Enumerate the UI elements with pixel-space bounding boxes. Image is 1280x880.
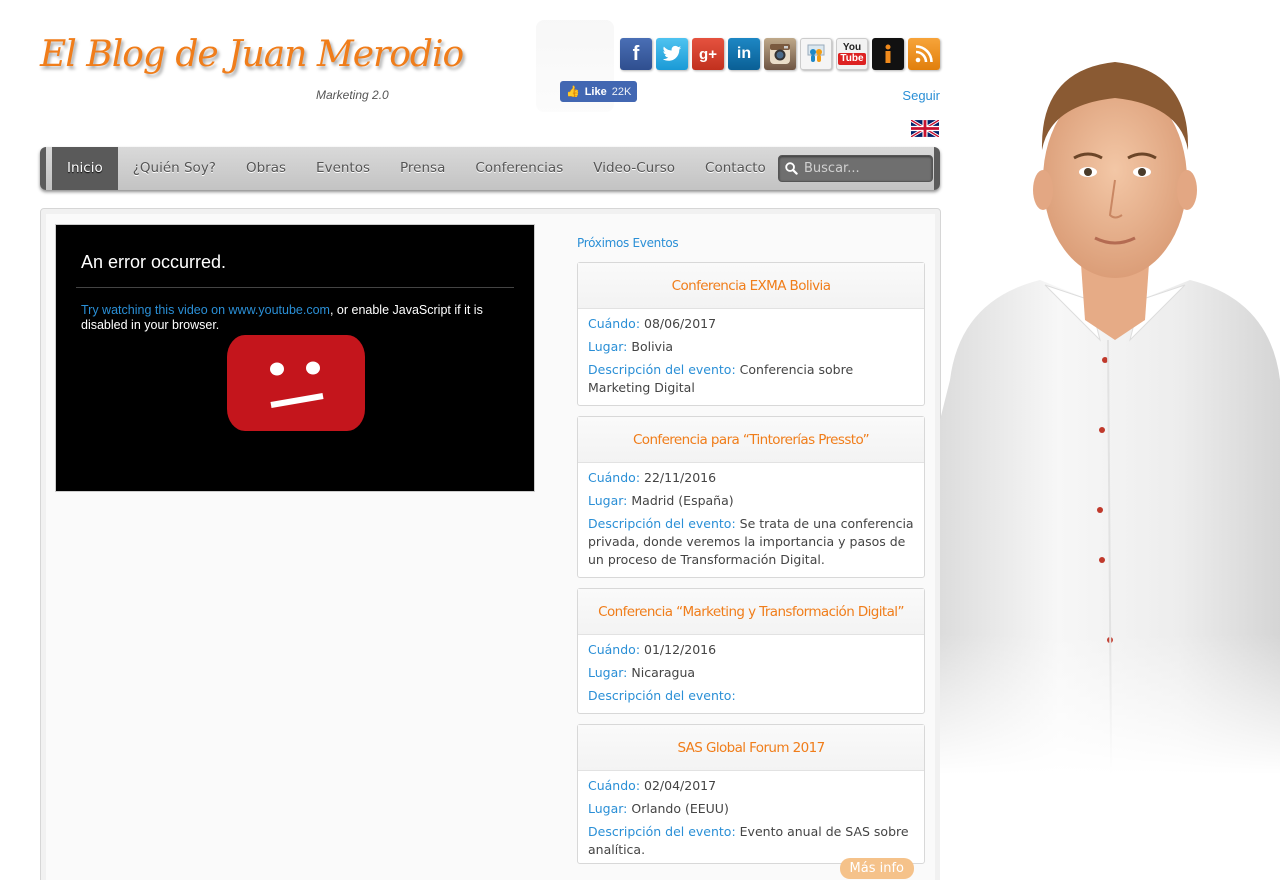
nav-menu: Inicio ¿Quién Soy? Obras Eventos Prensa … xyxy=(52,147,781,190)
fb-like-count: 22K xyxy=(611,85,632,98)
google-plus-icon[interactable]: g+ xyxy=(692,38,724,70)
event-title-link[interactable]: SAS Global Forum 2017 xyxy=(677,740,825,756)
nav-item-obras[interactable]: Obras xyxy=(231,147,301,190)
main-navigation: Inicio ¿Quién Soy? Obras Eventos Prensa … xyxy=(40,147,940,190)
search-icon[interactable] xyxy=(785,162,798,175)
nav-item-eventos[interactable]: Eventos xyxy=(301,147,385,190)
sad-youtube-icon xyxy=(227,335,365,431)
event-where-value: Nicaragua xyxy=(631,665,696,680)
event-card: Conferencia para “Tintorerías Pressto” C… xyxy=(577,416,925,578)
youtube-watch-link[interactable]: Try watching this video on www.youtube.c… xyxy=(81,303,330,317)
nav-item-contacto[interactable]: Contacto xyxy=(690,147,781,190)
event-card: Conferencia “Marketing y Transformación … xyxy=(577,588,925,714)
event-when-label: Cuándo: xyxy=(588,778,641,793)
event-when-value: 01/12/2016 xyxy=(644,642,717,657)
site-tagline: Marketing 2.0 xyxy=(316,88,389,102)
upcoming-events-title: Próximos Eventos xyxy=(577,236,679,250)
event-when-value: 22/11/2016 xyxy=(644,470,717,485)
video-divider xyxy=(76,287,514,288)
event-where-value: Orlando (EEUU) xyxy=(631,801,729,816)
thumbs-up-icon: 👍 xyxy=(566,86,580,98)
event-card: Conferencia EXMA Bolivia Cuándo: 08/06/2… xyxy=(577,262,925,406)
event-where-value: Madrid (España) xyxy=(631,493,734,508)
event-card: SAS Global Forum 2017 Cuándo: 02/04/2017… xyxy=(577,724,925,879)
issuu-icon[interactable] xyxy=(872,38,904,70)
event-when-label: Cuándo: xyxy=(588,642,641,657)
linkedin-icon[interactable]: in xyxy=(728,38,760,70)
video-error-message: Try watching this video on www.youtube.c… xyxy=(81,303,502,333)
instagram-icon[interactable] xyxy=(764,38,796,70)
event-when-value: 02/04/2017 xyxy=(644,778,717,793)
event-when-value: 08/06/2017 xyxy=(644,316,717,331)
social-icons-bar: f g+ in You Tube xyxy=(620,38,940,70)
author-photo xyxy=(940,0,1280,880)
facebook-like-button[interactable]: 👍 Like 22K xyxy=(560,81,638,102)
follow-link[interactable]: Seguir xyxy=(902,88,940,103)
search-box xyxy=(778,155,933,182)
youtube-embed[interactable]: An error occurred. Try watching this vid… xyxy=(55,224,535,492)
nav-item-quien-soy[interactable]: ¿Quién Soy? xyxy=(118,147,231,190)
nav-item-conferencias[interactable]: Conferencias xyxy=(460,147,578,190)
event-where-value: Bolivia xyxy=(631,339,674,354)
logo-text[interactable]: El Blog de Juan Merodio xyxy=(40,34,464,75)
twitter-icon[interactable] xyxy=(656,38,688,70)
event-title-link[interactable]: Conferencia EXMA Bolivia xyxy=(672,278,831,294)
youtube-icon[interactable]: You Tube xyxy=(836,38,868,70)
video-error-title: An error occurred. xyxy=(81,252,227,272)
search-input[interactable] xyxy=(804,161,924,176)
uk-flag-icon[interactable] xyxy=(910,118,940,139)
facebook-icon[interactable]: f xyxy=(620,38,652,70)
nav-item-prensa[interactable]: Prensa xyxy=(385,147,460,190)
nav-item-video-curso[interactable]: Video-Curso xyxy=(578,147,690,190)
fb-like-label: Like xyxy=(584,85,607,98)
event-where-label: Lugar: xyxy=(588,493,628,508)
event-description-label: Descripción del evento: xyxy=(588,516,736,531)
site-logo[interactable]: El Blog de Juan Merodio xyxy=(40,34,464,94)
event-title-link[interactable]: Conferencia “Marketing y Transformación … xyxy=(598,604,904,620)
slideshare-icon[interactable] xyxy=(800,38,832,70)
event-title-link[interactable]: Conferencia para “Tintorerías Pressto” xyxy=(633,432,870,448)
more-info-button[interactable]: Más info xyxy=(839,858,914,879)
event-description-label: Descripción del evento: xyxy=(588,688,736,703)
event-where-label: Lugar: xyxy=(588,801,628,816)
event-when-label: Cuándo: xyxy=(588,470,641,485)
nav-item-inicio[interactable]: Inicio xyxy=(52,147,118,190)
event-description-label: Descripción del evento: xyxy=(588,362,736,377)
event-where-label: Lugar: xyxy=(588,665,628,680)
rss-icon[interactable] xyxy=(908,38,940,70)
event-when-label: Cuándo: xyxy=(588,316,641,331)
event-where-label: Lugar: xyxy=(588,339,628,354)
event-description-label: Descripción del evento: xyxy=(588,824,736,839)
